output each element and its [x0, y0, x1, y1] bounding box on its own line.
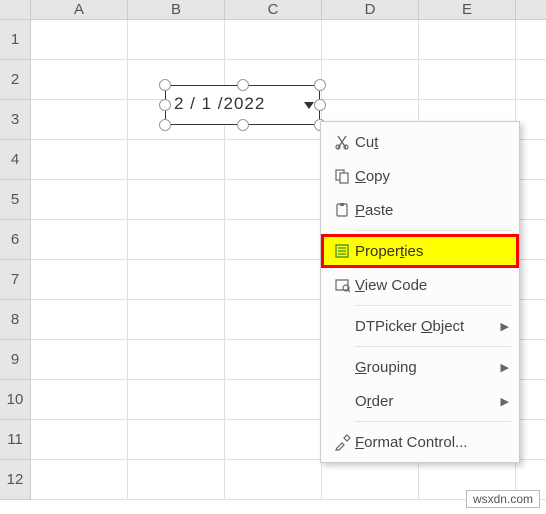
- resize-handle-w[interactable]: [159, 99, 171, 111]
- menu-grouping[interactable]: Grouping ▶: [321, 350, 519, 384]
- resize-handle-n[interactable]: [237, 79, 249, 91]
- menu-cut-label: Cut: [355, 134, 509, 151]
- menu-dtpicker-object[interactable]: DTPicker Object ▶: [321, 309, 519, 343]
- row-11[interactable]: 11: [0, 420, 30, 460]
- menu-properties-label: Properties: [355, 243, 509, 260]
- row-10[interactable]: 10: [0, 380, 30, 420]
- row-2[interactable]: 2: [0, 60, 30, 100]
- menu-view-code[interactable]: View Code: [321, 268, 519, 302]
- row-5[interactable]: 5: [0, 180, 30, 220]
- resize-handle-s[interactable]: [237, 119, 249, 131]
- select-all-corner[interactable]: [0, 0, 31, 20]
- menu-paste-label: Paste: [355, 202, 509, 219]
- resize-handle-sw[interactable]: [159, 119, 171, 131]
- menu-separator: [355, 305, 511, 306]
- col-C[interactable]: C: [225, 0, 322, 19]
- properties-icon: [329, 243, 355, 259]
- row-6[interactable]: 6: [0, 220, 30, 260]
- menu-separator: [355, 421, 511, 422]
- row-3[interactable]: 3: [0, 100, 30, 140]
- submenu-arrow-icon: ▶: [501, 320, 509, 333]
- menu-order[interactable]: Order ▶: [321, 384, 519, 418]
- submenu-arrow-icon: ▶: [501, 395, 509, 408]
- resize-handle-e[interactable]: [314, 99, 326, 111]
- menu-view-code-label: View Code: [355, 277, 509, 294]
- menu-format-control[interactable]: Format Control...: [321, 425, 519, 459]
- menu-order-label: Order: [355, 393, 501, 410]
- menu-format-control-label: Format Control...: [355, 434, 509, 451]
- row-9[interactable]: 9: [0, 340, 30, 380]
- menu-copy[interactable]: Copy: [321, 159, 519, 193]
- row-8[interactable]: 8: [0, 300, 30, 340]
- col-E[interactable]: E: [419, 0, 516, 19]
- menu-copy-label: Copy: [355, 168, 509, 185]
- dtpicker-control[interactable]: 2 / 1 /2022: [165, 85, 320, 125]
- copy-icon: [329, 168, 355, 184]
- menu-dtpicker-object-label: DTPicker Object: [355, 318, 501, 335]
- context-menu: Cut Copy Paste Properties View Code DTPi…: [320, 121, 520, 463]
- col-A[interactable]: A: [31, 0, 128, 19]
- menu-separator: [355, 230, 511, 231]
- resize-handle-nw[interactable]: [159, 79, 171, 91]
- col-D[interactable]: D: [322, 0, 419, 19]
- view-code-icon: [329, 277, 355, 293]
- cut-icon: [329, 134, 355, 150]
- paste-icon: [329, 202, 355, 218]
- row-headers: 1 2 3 4 5 6 7 8 9 10 11 12: [0, 20, 31, 500]
- row-12[interactable]: 12: [0, 460, 30, 500]
- menu-grouping-label: Grouping: [355, 359, 501, 376]
- submenu-arrow-icon: ▶: [501, 361, 509, 374]
- menu-paste[interactable]: Paste: [321, 193, 519, 227]
- column-headers: A B C D E: [31, 0, 546, 20]
- menu-separator: [355, 346, 511, 347]
- row-1[interactable]: 1: [0, 20, 30, 60]
- menu-cut[interactable]: Cut: [321, 125, 519, 159]
- format-control-icon: [329, 434, 355, 451]
- col-B[interactable]: B: [128, 0, 225, 19]
- watermark: wsxdn.com: [466, 490, 540, 508]
- row-7[interactable]: 7: [0, 260, 30, 300]
- menu-properties[interactable]: Properties: [321, 234, 519, 268]
- row-4[interactable]: 4: [0, 140, 30, 180]
- resize-handle-ne[interactable]: [314, 79, 326, 91]
